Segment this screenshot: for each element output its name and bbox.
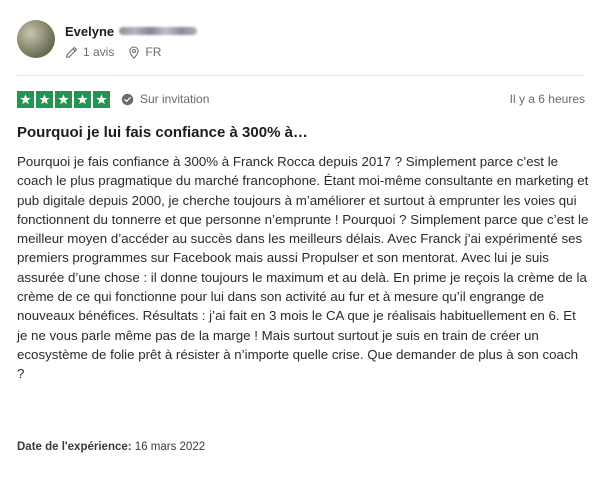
pencil-icon	[66, 46, 78, 58]
avatar[interactable]	[17, 20, 55, 58]
reviewer-first-name[interactable]: Evelyne	[65, 24, 114, 39]
reviewer-info: Evelyne 1 avis FR	[65, 20, 198, 59]
star-icon	[55, 90, 72, 108]
experience-date: Date de l'expérience: 16 mars 2022	[17, 441, 205, 453]
reviews-count: 1 avis	[65, 45, 114, 59]
reviewer-meta: 1 avis FR	[65, 45, 197, 59]
star-icon	[93, 90, 110, 108]
reviews-count-label: 1 avis	[83, 45, 115, 59]
reviewer-country: FR	[128, 45, 161, 59]
star-icon	[17, 90, 34, 108]
experience-date-label: Date de l'expérience:	[17, 441, 132, 453]
reviewer-surname-blurred	[119, 27, 198, 35]
country-label: FR	[145, 45, 162, 59]
star-rating	[17, 90, 112, 108]
reviewer-header: Evelyne 1 avis FR	[17, 20, 198, 59]
reviewer-name[interactable]: Evelyne	[65, 22, 198, 40]
verification-badge[interactable]: Sur invitation	[121, 92, 209, 106]
star-icon	[36, 90, 53, 108]
location-pin-icon	[129, 45, 139, 59]
invitation-badge-icon	[121, 93, 134, 105]
review-title[interactable]: Pourquoi je lui fais confiance à 300% à…	[17, 124, 308, 141]
star-icon	[74, 90, 91, 108]
experience-date-value: 16 mars 2022	[134, 441, 206, 453]
rating-row: Sur invitation Il y a 6 heures	[17, 90, 585, 108]
review-body: Pourquoi je fais confiance à 300% à Fran…	[17, 154, 589, 382]
verification-label: Sur invitation	[140, 92, 210, 106]
review-card: Evelyne 1 avis FR Sur invitation Il y a …	[0, 0, 602, 478]
divider	[17, 75, 585, 76]
review-date: Il y a 6 heures	[509, 92, 585, 106]
